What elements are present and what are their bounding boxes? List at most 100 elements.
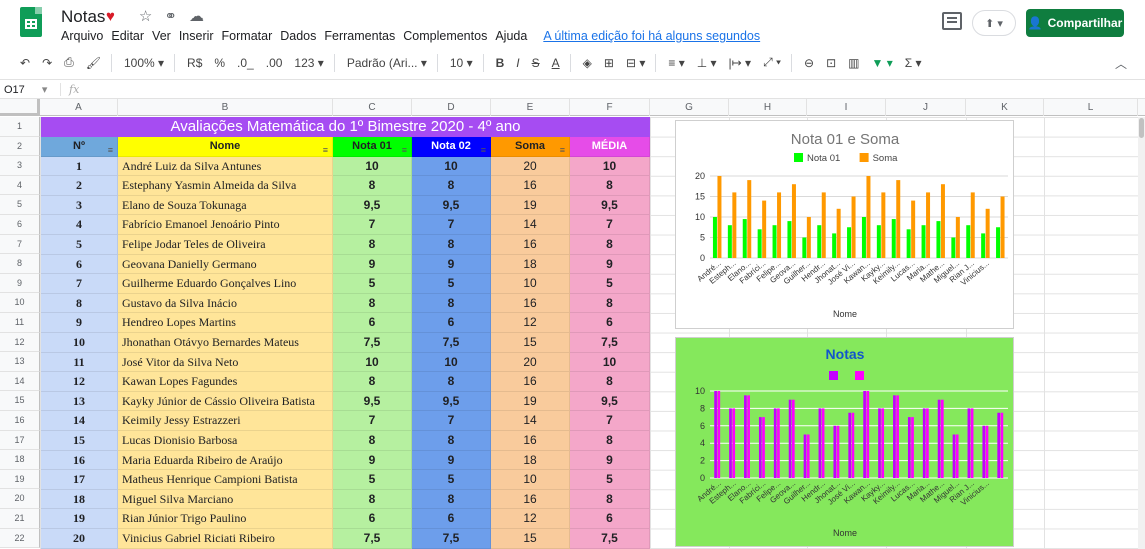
cell-media[interactable]: 9,5: [570, 391, 650, 412]
increase-decimals-button[interactable]: .00: [266, 56, 283, 70]
cell-numero[interactable]: 4: [41, 215, 118, 235]
cell-numero[interactable]: 7: [41, 274, 118, 294]
cell-media[interactable]: 9: [570, 254, 650, 275]
comments-icon[interactable]: [942, 12, 962, 30]
cell-nome[interactable]: André Luiz da Silva Antunes: [118, 156, 333, 177]
chart-nota01-soma[interactable]: Nota 01 e Soma Nota 01 Soma 0 5 10 15 20 André..…: [675, 120, 1014, 329]
present-button[interactable]: ⬆ ▾: [972, 10, 1016, 36]
cell-media[interactable]: 10: [570, 352, 650, 373]
cell-nome[interactable]: Rian Júnior Trigo Paulino: [118, 509, 333, 529]
sheet-title-cell[interactable]: Avaliações Matemática do 1º Bimestre 202…: [41, 117, 650, 137]
row-header-21[interactable]: 21: [0, 509, 40, 529]
cell-media[interactable]: 5: [570, 274, 650, 294]
cell-nota02[interactable]: 8: [412, 235, 491, 255]
font-select[interactable]: Padrão (Ari... ▾: [347, 56, 427, 70]
cell-nota02[interactable]: 6: [412, 509, 491, 529]
menu-inserir[interactable]: Inserir: [179, 29, 214, 43]
cell-media[interactable]: 8: [570, 176, 650, 196]
cell-nome[interactable]: Elano de Souza Tokunaga: [118, 195, 333, 216]
row-header-14[interactable]: 14: [0, 371, 40, 392]
cell-nota01[interactable]: 6: [333, 313, 412, 333]
cell-nota02[interactable]: 5: [412, 470, 491, 490]
cell-numero[interactable]: 10: [41, 333, 118, 353]
cell-media[interactable]: 9: [570, 450, 650, 471]
collapse-toolbar-icon[interactable]: ︿: [1115, 55, 1127, 72]
cell-nota01[interactable]: 8: [333, 431, 412, 451]
select-all-corner[interactable]: [0, 99, 40, 116]
font-size-select[interactable]: 10 ▾: [450, 56, 473, 70]
menu-complementos[interactable]: Complementos: [403, 29, 487, 43]
cell-nome[interactable]: Keimily Jessy Estrazzeri: [118, 411, 333, 431]
cell-nome[interactable]: Kawan Lopes Fagundes: [118, 372, 333, 392]
row-header-2[interactable]: 2: [0, 136, 40, 157]
cell-nome[interactable]: Estephany Yasmin Almeida da Silva: [118, 176, 333, 196]
header-soma[interactable]: Soma ≡: [491, 137, 570, 157]
cell-nome[interactable]: José Vitor da Silva Neto: [118, 352, 333, 373]
sheets-logo-icon[interactable]: [20, 7, 42, 37]
cell-numero[interactable]: 3: [41, 195, 118, 216]
cell-soma[interactable]: 15: [491, 529, 570, 549]
cell-numero[interactable]: 13: [41, 391, 118, 412]
menu-dados[interactable]: Dados: [280, 29, 316, 43]
bold-button[interactable]: B: [496, 56, 505, 70]
borders-icon[interactable]: ⊞: [604, 56, 614, 70]
row-header-15[interactable]: 15: [0, 391, 40, 411]
wrap-icon[interactable]: |↦ ▾: [729, 56, 752, 70]
last-edit-link[interactable]: A última edição foi há alguns segundos: [543, 29, 760, 43]
cell-nota01[interactable]: 5: [333, 470, 412, 490]
menu-formatar[interactable]: Formatar: [222, 29, 273, 43]
cell-nota01[interactable]: 10: [333, 352, 412, 373]
cell-nota01[interactable]: 7,5: [333, 333, 412, 353]
column-header-d[interactable]: D: [412, 99, 491, 116]
column-header-l[interactable]: L: [1044, 99, 1138, 116]
cell-numero[interactable]: 11: [41, 352, 118, 373]
cell-soma[interactable]: 20: [491, 352, 570, 373]
cell-nota01[interactable]: 10: [333, 156, 412, 177]
menu-editar[interactable]: Editar: [111, 29, 144, 43]
cell-nota01[interactable]: 7: [333, 411, 412, 431]
cell-nome[interactable]: Hendreo Lopes Martins: [118, 313, 333, 333]
cell-numero[interactable]: 2: [41, 176, 118, 196]
currency-button[interactable]: R$: [187, 56, 202, 70]
cell-nome[interactable]: Jhonathan Otávyo Bernardes Mateus: [118, 333, 333, 353]
cell-soma[interactable]: 10: [491, 274, 570, 294]
cell-numero[interactable]: 15: [41, 431, 118, 451]
row-header-10[interactable]: 10: [0, 293, 40, 313]
row-header-20[interactable]: 20: [0, 489, 40, 509]
cell-soma[interactable]: 12: [491, 313, 570, 333]
cell-nota01[interactable]: 5: [333, 274, 412, 294]
cell-nota01[interactable]: 9,5: [333, 195, 412, 216]
column-header-a[interactable]: A: [40, 99, 118, 116]
cell-media[interactable]: 9,5: [570, 195, 650, 216]
row-header-4[interactable]: 4: [0, 175, 40, 196]
row-header-22[interactable]: 22: [0, 528, 40, 549]
cell-media[interactable]: 8: [570, 431, 650, 451]
move-folder-icon[interactable]: ⚭: [164, 8, 177, 25]
cell-soma[interactable]: 19: [491, 195, 570, 216]
cell-media[interactable]: 6: [570, 313, 650, 333]
header-nota02[interactable]: Nota 02 ≡: [412, 137, 491, 157]
cell-nota02[interactable]: 9,5: [412, 195, 491, 216]
row-header-11[interactable]: 11: [0, 313, 40, 333]
column-header-f[interactable]: F: [570, 99, 650, 116]
cell-nota02[interactable]: 6: [412, 313, 491, 333]
cell-nota02[interactable]: 8: [412, 489, 491, 510]
cell-nota02[interactable]: 8: [412, 431, 491, 451]
row-header-13[interactable]: 13: [0, 352, 40, 372]
cell-nome[interactable]: Guilherme Eduardo Gonçalves Lino: [118, 274, 333, 294]
cell-media[interactable]: 6: [570, 509, 650, 529]
cell-nota02[interactable]: 7,5: [412, 529, 491, 549]
cell-nome[interactable]: Kayky Júnior de Cássio Oliveira Batista: [118, 391, 333, 412]
fill-color-icon[interactable]: ◈: [583, 56, 592, 70]
menu-ajuda[interactable]: Ajuda: [495, 29, 527, 43]
cell-soma[interactable]: 16: [491, 176, 570, 196]
column-header-c[interactable]: C: [333, 99, 412, 116]
cell-numero[interactable]: 20: [41, 529, 118, 549]
row-header-18[interactable]: 18: [0, 450, 40, 470]
cell-media[interactable]: 8: [570, 235, 650, 255]
filter-dropdown-icon[interactable]: ≡: [481, 141, 486, 156]
cell-media[interactable]: 8: [570, 489, 650, 510]
cell-nome[interactable]: Vinicius Gabriel Riciati Ribeiro: [118, 529, 333, 549]
cell-nota02[interactable]: 10: [412, 352, 491, 373]
cell-nota02[interactable]: 10: [412, 156, 491, 177]
